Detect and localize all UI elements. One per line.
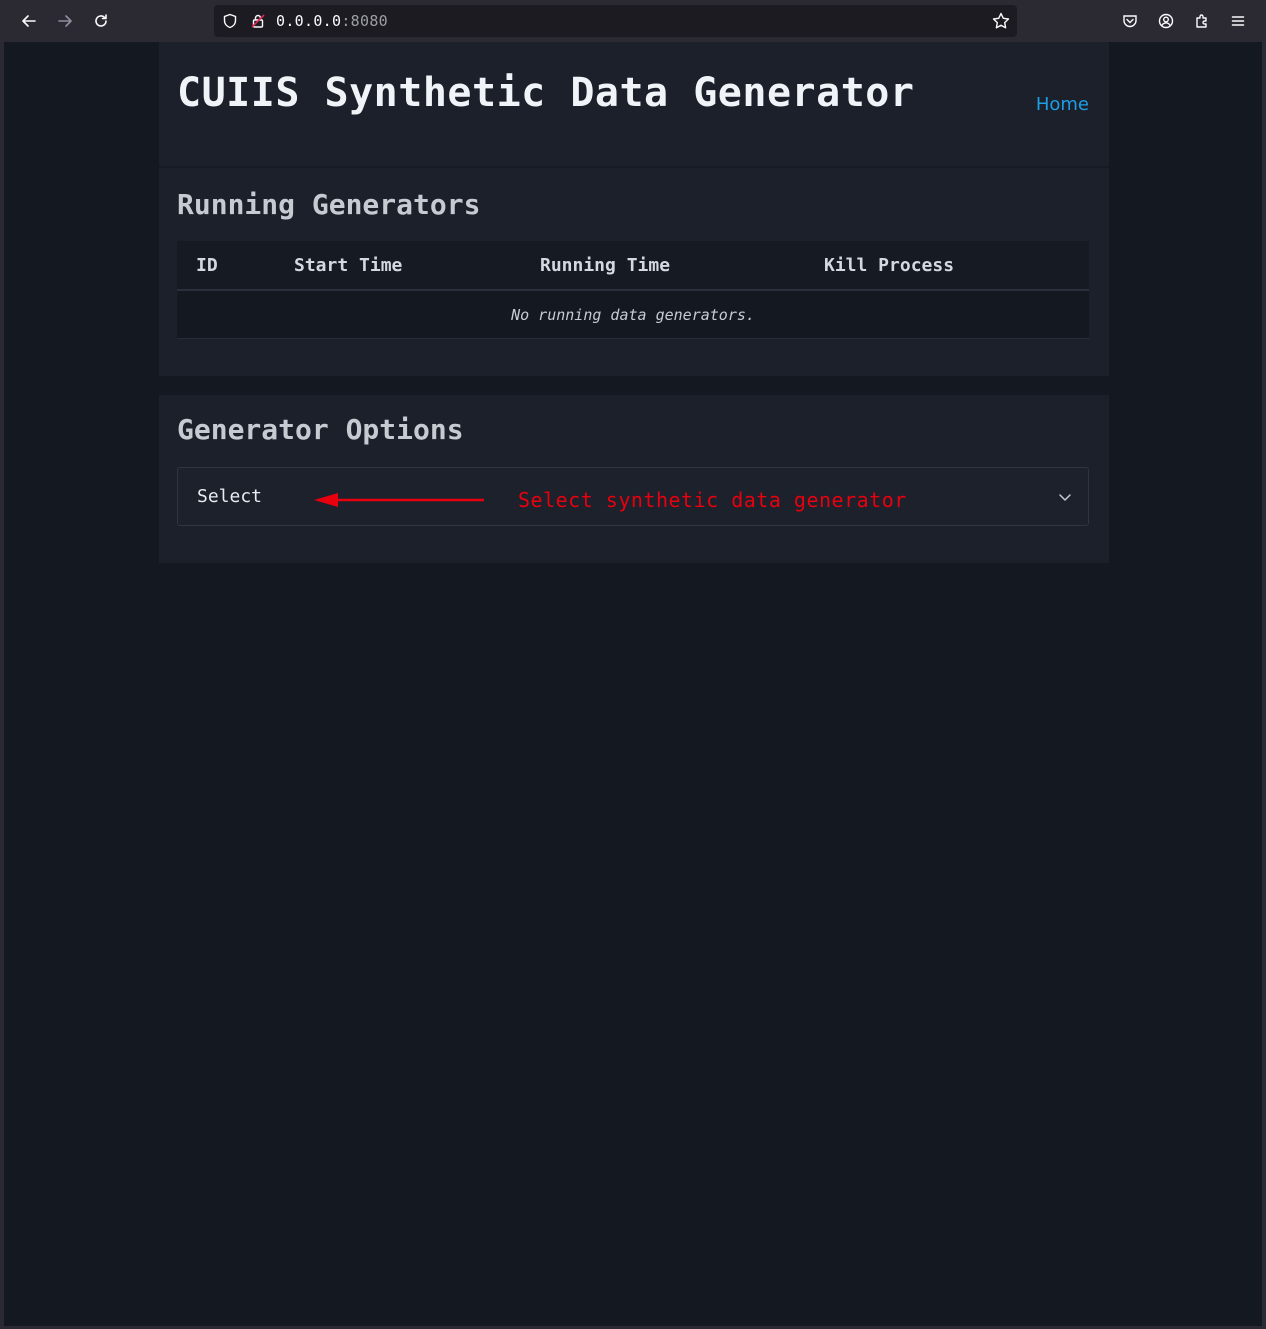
generator-options-title: Generator Options xyxy=(177,413,464,446)
annotation-text: Select synthetic data generator xyxy=(518,488,907,512)
url-text[interactable]: 0.0.0.0:8080 xyxy=(276,12,388,30)
home-link[interactable]: Home xyxy=(1036,94,1089,115)
select-value: Select xyxy=(197,486,263,507)
url-port: :8080 xyxy=(341,12,388,30)
pocket-button[interactable] xyxy=(1116,7,1144,35)
back-icon xyxy=(22,15,36,27)
page-viewport: CUIIS Synthetic Data Generator Home Runn… xyxy=(4,42,1262,1326)
url-bar[interactable]: 0.0.0.0:8080 xyxy=(214,5,1017,37)
column-header-id: ID xyxy=(196,255,218,276)
reload-icon xyxy=(95,14,107,27)
forward-icon xyxy=(58,15,72,27)
table-header-row: ID Start Time Running Time Kill Process xyxy=(177,241,1089,291)
menu-icon xyxy=(1231,16,1245,26)
annotation-arrow-icon xyxy=(314,493,484,507)
pocket-icon xyxy=(1123,15,1137,28)
lock-icon[interactable] xyxy=(250,13,266,29)
shield-icon[interactable] xyxy=(222,13,238,29)
extensions-button[interactable] xyxy=(1188,7,1216,35)
column-header-kill-process: Kill Process xyxy=(824,255,955,276)
url-host: 0.0.0.0 xyxy=(276,12,342,30)
running-generators-section: Running Generators ID Start Time Running… xyxy=(159,166,1109,376)
running-generators-table: ID Start Time Running Time Kill Process … xyxy=(177,241,1089,339)
account-button[interactable] xyxy=(1152,7,1180,35)
page-header: CUIIS Synthetic Data Generator Home xyxy=(159,42,1109,166)
generator-select[interactable]: Select Select synthetic data generator xyxy=(177,467,1089,526)
page-title: CUIIS Synthetic Data Generator xyxy=(177,70,915,116)
running-generators-title: Running Generators xyxy=(177,188,481,221)
table-row: No running data generators. xyxy=(177,291,1089,339)
column-header-start-time: Start Time xyxy=(294,255,403,276)
account-icon xyxy=(1158,13,1174,29)
column-header-running-time: Running Time xyxy=(540,255,671,276)
back-button[interactable] xyxy=(15,7,43,35)
chevron-down-icon[interactable] xyxy=(1058,490,1072,504)
generator-options-section: Generator Options Select Select syntheti… xyxy=(159,395,1109,563)
forward-button[interactable] xyxy=(51,7,79,35)
empty-table-message: No running data generators. xyxy=(511,306,755,324)
browser-window: 0.0.0.0:8080 CUIIS Synthetic Data Genera… xyxy=(0,0,1266,1329)
browser-toolbar: 0.0.0.0:8080 xyxy=(4,0,1262,42)
extensions-icon xyxy=(1196,14,1207,28)
reload-button[interactable] xyxy=(87,7,115,35)
menu-button[interactable] xyxy=(1224,7,1252,35)
star-icon[interactable] xyxy=(991,11,1011,31)
